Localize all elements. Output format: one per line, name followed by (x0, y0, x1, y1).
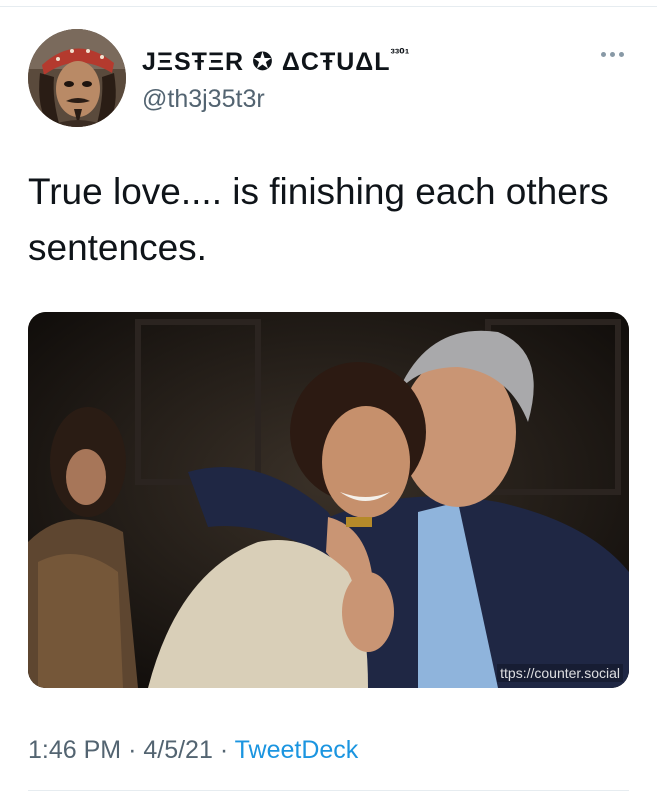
dot (618, 51, 624, 57)
photo-image (28, 312, 629, 688)
tweet-card: JΞSŦΞR ✪ ΔCŦUΔL³³⁰¹ @th3j35t3r True love… (0, 0, 657, 800)
tweet-time[interactable]: 1:46 PM (28, 736, 121, 764)
handle[interactable]: @th3j35t3r (142, 83, 409, 115)
author-block[interactable]: JΞSŦΞR ✪ ΔCŦUΔL³³⁰¹ @th3j35t3r (142, 37, 409, 115)
more-dots-icon[interactable] (597, 46, 627, 62)
tweet-source-link[interactable]: TweetDeck (235, 736, 359, 764)
dot (609, 51, 615, 57)
meta-separator: · (219, 736, 229, 764)
meta-separator: · (128, 736, 137, 764)
display-name-suffix: ³³⁰¹ (390, 46, 410, 61)
display-name[interactable]: JΞSŦΞR ✪ ΔCŦUΔL³³⁰¹ (142, 37, 409, 79)
pirate-avatar-icon (28, 29, 126, 127)
dot (600, 51, 606, 57)
avatar[interactable] (28, 29, 126, 127)
tweet-date[interactable]: 4/5/21 (143, 736, 213, 764)
bottom-divider (28, 790, 629, 791)
tweet-meta: 1:46 PM · 4/5/21 · TweetDeck (28, 732, 358, 768)
display-name-text: JΞSŦΞR ✪ ΔCŦUΔL (142, 48, 391, 76)
tweet-photo[interactable]: ttps://counter.social (28, 312, 629, 688)
photo-watermark: ttps://counter.social (497, 664, 623, 682)
tweet-text: True love.... is finishing each others s… (28, 171, 609, 268)
